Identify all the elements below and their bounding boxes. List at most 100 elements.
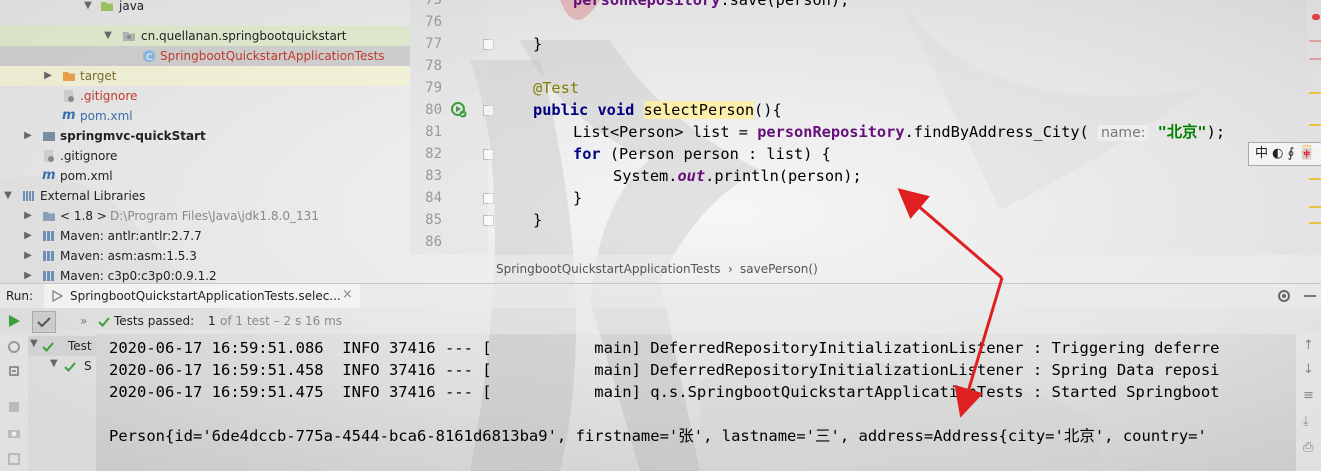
export-icon[interactable] xyxy=(7,452,21,466)
run-panel-header: Run: SpringbootQuickstartApplicationTest… xyxy=(0,283,1321,308)
scroll-marker[interactable] xyxy=(1309,40,1321,42)
soft-wrap-icon[interactable]: ≡ xyxy=(1303,388,1314,403)
editor-scrollbar-markers[interactable] xyxy=(1306,0,1321,255)
tree-item-maven-asm[interactable]: ▶ Maven: asm:asm:1.5.3 xyxy=(0,246,410,266)
libraries-icon xyxy=(23,191,34,201)
maven-file-icon: m xyxy=(42,168,56,183)
chevron-right-icon[interactable]: ▶ xyxy=(22,226,34,246)
tree-item-test-class[interactable]: C SpringbootQuickstartApplicationTests xyxy=(0,46,410,66)
minimize-icon[interactable] xyxy=(1304,295,1316,297)
console-output[interactable]: 2020-06-17 16:59:51.086 INFO 37416 --- [… xyxy=(96,334,1296,471)
tree-item-label: .gitignore xyxy=(80,89,138,103)
library-icon xyxy=(43,231,54,241)
code-editor[interactable]: personRepository.save(person); } @Test p… xyxy=(488,0,1306,255)
arrow-up-icon[interactable]: ↑ xyxy=(1303,338,1314,353)
tree-item-maven-c3p0[interactable]: ▶ Maven: c3p0:c3p0:0.9.1.2 xyxy=(0,266,410,283)
chevron-right-icon[interactable]: ▶ xyxy=(22,206,34,226)
module-icon xyxy=(43,132,55,141)
chevron-down-icon[interactable]: ▼ xyxy=(82,0,94,16)
breadcrumb-method[interactable]: savePerson() xyxy=(740,255,818,283)
tree-item-label: cn.quellanan.springbootquickstart xyxy=(141,29,347,43)
line-number: 82 xyxy=(425,146,442,162)
scroll-marker[interactable] xyxy=(1309,206,1321,208)
line-number: 84 xyxy=(425,190,442,206)
tree-item-java[interactable]: ▼ java xyxy=(0,0,410,16)
tree-item-pom[interactable]: m pom.xml xyxy=(0,166,410,186)
chevron-right-icon[interactable]: ▶ xyxy=(22,126,34,146)
line-number: 77 xyxy=(425,36,442,52)
tree-item-target[interactable]: ▶ target xyxy=(0,66,410,86)
chevron-right-icon[interactable]: ▶ xyxy=(22,266,34,283)
breadcrumb-class[interactable]: SpringbootQuickstartApplicationTests xyxy=(496,255,721,283)
code-line-81: List<Person> list = personRepository.fin… xyxy=(573,123,1226,141)
test-tree-root-label: Test xyxy=(68,339,92,353)
rerun-failed-icon[interactable] xyxy=(7,340,21,354)
chevron-right-icon[interactable]: ▶ xyxy=(42,66,54,86)
stop-icon[interactable] xyxy=(7,400,21,414)
tree-item-label: SpringbootQuickstartApplicationTests xyxy=(160,49,385,63)
tree-item-package[interactable]: ▼ cn.quellanan.springbootquickstart xyxy=(0,26,410,46)
arrow-down-icon[interactable]: ↓ xyxy=(1303,362,1314,377)
run-tab[interactable]: SpringbootQuickstartApplicationTests.sel… xyxy=(44,284,360,308)
expand-icon[interactable]: » xyxy=(80,308,87,334)
check-icon xyxy=(37,317,51,328)
tests-passed-label: Tests passed: xyxy=(114,314,195,328)
line-number: 78 xyxy=(425,58,442,74)
scroll-marker[interactable] xyxy=(1309,58,1321,60)
line-number: 76 xyxy=(425,14,442,30)
chevron-right-icon[interactable]: ▶ xyxy=(22,246,34,266)
toggle-auto-test-icon[interactable] xyxy=(7,364,21,378)
svg-text:C: C xyxy=(146,53,152,63)
gitignore-file-icon xyxy=(44,150,54,162)
test-tree-root[interactable]: ▼ Test xyxy=(28,336,96,356)
parameter-hint: name: xyxy=(1097,125,1149,141)
tree-item-pom-inner[interactable]: m pom.xml xyxy=(0,106,410,126)
camera-icon[interactable] xyxy=(7,426,21,440)
tree-item-label: pom.xml xyxy=(80,109,133,123)
folder-icon xyxy=(101,2,113,11)
chevron-down-icon[interactable]: ▼ xyxy=(50,358,58,369)
code-line-84: } xyxy=(573,189,583,207)
test-results-tree[interactable]: ▼ Test ▼ S xyxy=(28,334,96,471)
scroll-marker[interactable] xyxy=(1309,178,1321,180)
run-test-icon[interactable] xyxy=(450,101,468,119)
run-tab-label: SpringbootQuickstartApplicationTests.sel… xyxy=(70,289,341,303)
project-tree[interactable]: ▼ java ▼ cn.quellanan.springbootquicksta… xyxy=(0,0,410,283)
line-number: 83 xyxy=(425,168,442,184)
editor-gutter[interactable]: 75 76 77 78 79 80 81 82 83 84 85 86 xyxy=(410,0,494,255)
close-icon[interactable]: × xyxy=(342,284,353,306)
library-icon xyxy=(43,271,54,281)
breadcrumb-separator: › xyxy=(728,262,733,276)
tests-passed-count: 1 xyxy=(208,314,216,328)
code-line-75: personRepository.save(person); xyxy=(573,0,850,9)
rerun-icon[interactable] xyxy=(8,315,20,327)
breadcrumb[interactable]: SpringbootQuickstartApplicationTests › s… xyxy=(410,255,1321,283)
maven-file-icon: m xyxy=(62,108,76,123)
chevron-down-icon[interactable]: ▼ xyxy=(30,338,38,349)
code-line-79: @Test xyxy=(533,79,580,97)
tree-item-maven-antlr[interactable]: ▶ Maven: antlr:antlr:2.7.7 xyxy=(0,226,410,246)
test-results-toolbar: » Tests passed: 1 of 1 test – 2 s 16 ms xyxy=(0,308,1321,334)
chevron-down-icon[interactable]: ▼ xyxy=(102,26,114,46)
tree-item-gitignore-inner[interactable]: .gitignore xyxy=(0,86,410,106)
ime-toolbar[interactable]: 中 ◐ ∮ 🀄 xyxy=(1248,142,1321,166)
line-number: 85 xyxy=(425,212,442,228)
console-line: 2020-06-17 16:59:51.086 INFO 37416 --- [… xyxy=(109,339,1220,357)
run-left-toolbar xyxy=(0,334,28,471)
show-passed-toggle[interactable] xyxy=(32,311,56,333)
scroll-marker[interactable] xyxy=(1309,124,1321,126)
print-icon[interactable]: ⎙ xyxy=(1303,440,1313,455)
tree-item-springmvc[interactable]: ▶ springmvc-quickStart xyxy=(0,126,410,146)
scroll-marker[interactable] xyxy=(1309,222,1321,224)
code-line-85: } xyxy=(533,211,543,229)
tree-item-label: target xyxy=(80,69,117,83)
gear-icon[interactable] xyxy=(1276,288,1292,304)
tree-item-external-libraries[interactable]: ▼ External Libraries xyxy=(0,186,410,206)
scroll-marker[interactable] xyxy=(1309,92,1321,94)
error-marker[interactable] xyxy=(1312,14,1320,20)
chevron-down-icon[interactable]: ▼ xyxy=(2,186,14,206)
tree-item-jdk[interactable]: ▶ < 1.8 > D:\Program Files\Java\jdk1.8.0… xyxy=(0,206,410,226)
scroll-to-end-icon[interactable]: ⤓ xyxy=(1303,414,1309,429)
test-tree-child[interactable]: ▼ S xyxy=(28,356,96,376)
tree-item-gitignore[interactable]: .gitignore xyxy=(0,146,410,166)
